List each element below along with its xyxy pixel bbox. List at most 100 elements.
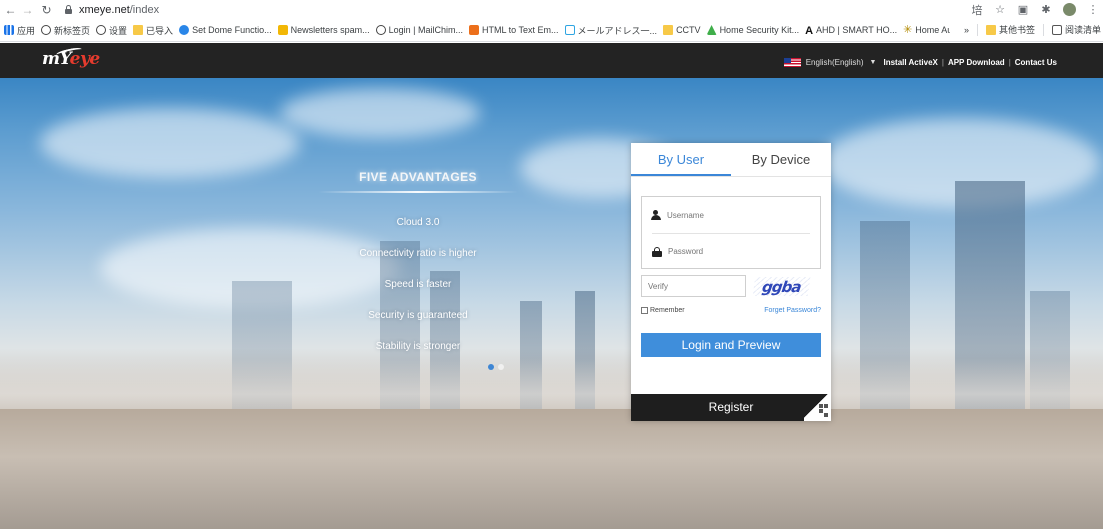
bookmarks-more-button[interactable]: » xyxy=(964,25,969,35)
apps-grid-icon xyxy=(4,25,14,35)
blue-circle-icon xyxy=(179,25,190,35)
bookmarks-overflow: » 其他书签 阅读清单 xyxy=(949,23,1101,36)
us-flag-icon xyxy=(783,58,801,67)
checkbox-square[interactable] xyxy=(641,307,648,314)
url-path: /index xyxy=(129,3,160,16)
bookmark-apps[interactable]: 应用 xyxy=(4,24,35,37)
cloud xyxy=(40,108,300,178)
qr-code-icon xyxy=(819,404,828,417)
bookmark-label: CCTV xyxy=(676,25,701,35)
language-select[interactable]: English(English) xyxy=(806,58,864,67)
carousel-dot[interactable] xyxy=(498,364,504,370)
bookmark-other[interactable]: 其他书签 xyxy=(985,23,1035,36)
bookmark-mail-address[interactable]: メールアドレス一... xyxy=(564,24,657,37)
bookmark-new-tab[interactable]: 新标签页 xyxy=(41,24,90,37)
advantages-title: FIVE ADVANTAGES xyxy=(359,170,477,184)
forward-arrow-icon[interactable]: → xyxy=(21,3,34,17)
url-field[interactable]: xmeye.net/index xyxy=(79,4,159,16)
globe-icon xyxy=(375,25,386,35)
logo-text: mY xyxy=(42,49,70,69)
lock-icon xyxy=(652,246,662,257)
login-tabs: By User By Device xyxy=(631,143,831,177)
bookmark-label: AHD | SMART HO... xyxy=(816,25,898,35)
tab-by-device[interactable]: By Device xyxy=(731,143,831,176)
reload-icon[interactable]: ↻ xyxy=(40,3,53,17)
bookmark-label: 其他书签 xyxy=(998,25,1035,35)
bookmark-label: Set Dome Functio... xyxy=(192,25,272,35)
globe-icon xyxy=(41,25,52,35)
username-input[interactable] xyxy=(667,210,797,220)
bookmark-reading-list[interactable]: 阅读清单 xyxy=(1051,23,1101,36)
tab-by-user[interactable]: By User xyxy=(631,143,731,176)
url-host: xmeye.net xyxy=(79,3,130,16)
bookmark-newsletters[interactable]: Newsletters spam... xyxy=(277,25,370,35)
password-row xyxy=(652,233,810,269)
puzzle-extensions-icon[interactable]: ✱ xyxy=(1040,4,1052,16)
bookmark-label: Newsletters spam... xyxy=(290,25,370,35)
site-header: mYeye English(English) ▼ Install ActiveX… xyxy=(0,43,1103,78)
password-input[interactable] xyxy=(668,247,798,256)
folder-icon xyxy=(985,24,996,35)
install-activex-link[interactable]: Install ActiveX xyxy=(883,58,937,67)
bookmark-label: HTML to Text Em... xyxy=(482,25,559,35)
bookmark-label: 阅读清单 xyxy=(1064,25,1101,35)
letter-a-icon: A xyxy=(805,25,814,37)
bookmark-label: 已导入 xyxy=(146,25,174,36)
remember-label: Remember xyxy=(650,307,685,314)
forgot-password-link[interactable]: Forget Password? xyxy=(764,307,821,314)
bookmark-ahd[interactable]: A AHD | SMART HO... xyxy=(805,25,898,37)
title-underline xyxy=(318,191,518,193)
bookmark-label: 设置 xyxy=(109,25,128,36)
bookmark-label: 应用 xyxy=(17,25,36,36)
translate-icon[interactable]: 培 xyxy=(971,4,983,17)
bookmark-html-to-text[interactable]: HTML to Text Em... xyxy=(469,25,559,35)
hero-banner: FIVE ADVANTAGES Cloud 3.0 Connectivity r… xyxy=(0,78,1103,529)
orange-icon xyxy=(469,25,480,35)
advantage-item: Speed is faster xyxy=(384,279,452,290)
bookmark-settings[interactable]: 设置 xyxy=(96,24,127,37)
bookmark-cctv[interactable]: CCTV xyxy=(663,25,701,35)
folder-icon xyxy=(133,25,144,35)
green-triangle-icon xyxy=(706,25,717,35)
register-button[interactable]: Register xyxy=(631,394,831,421)
remember-checkbox[interactable]: Remember xyxy=(641,307,685,314)
divider xyxy=(976,23,978,36)
bookmark-mailchimp[interactable]: Login | MailChim... xyxy=(375,25,464,35)
app-download-link[interactable]: APP Download xyxy=(948,58,1005,67)
header-links: English(English) ▼ Install ActiveX | APP… xyxy=(783,58,1057,67)
bookmarks-bar: 应用 新标签页 设置 已导入 Set Dome Functio... Newsl… xyxy=(0,19,1103,42)
extension-square-icon[interactable]: ▣ xyxy=(1017,4,1029,16)
kebab-menu-icon[interactable]: ⋮ xyxy=(1087,4,1099,16)
login-and-preview-button[interactable]: Login and Preview xyxy=(641,333,821,357)
qr-code-toggle[interactable] xyxy=(804,394,831,421)
bookmark-set-dome[interactable]: Set Dome Functio... xyxy=(179,25,272,35)
xmeye-logo[interactable]: mYeye xyxy=(42,49,100,69)
advantage-item: Stability is stronger xyxy=(375,341,461,352)
gmail-icon xyxy=(564,25,575,35)
login-panel: By User By Device ggba Remember Forget P… xyxy=(631,143,831,421)
back-arrow-icon[interactable]: ← xyxy=(4,3,17,17)
divider: | xyxy=(941,58,944,67)
ground xyxy=(0,409,1103,529)
captcha-image[interactable]: ggba xyxy=(752,277,811,296)
username-row xyxy=(642,197,820,233)
star-bookmark-icon[interactable]: ☆ xyxy=(994,4,1006,16)
credentials-box xyxy=(641,196,821,269)
carousel-dot[interactable] xyxy=(488,364,494,370)
profile-avatar[interactable] xyxy=(1063,3,1076,16)
verify-input[interactable] xyxy=(641,275,746,297)
bookmark-label: Login | MailChim... xyxy=(388,25,464,35)
divider xyxy=(1042,23,1044,36)
browser-toolbar-right: 培 ☆ ▣ ✱ ⋮ xyxy=(971,3,1103,17)
caret-down-icon[interactable]: ▼ xyxy=(870,59,877,66)
bookmark-label: 新标签页 xyxy=(54,25,91,36)
advantage-item: Cloud 3.0 xyxy=(396,217,440,228)
bookmark-home-security[interactable]: Home Security Kit... xyxy=(706,25,799,35)
bookmark-imported[interactable]: 已导入 xyxy=(133,24,173,37)
carousel-dots xyxy=(488,364,504,370)
advantage-item: Security is guaranteed xyxy=(368,310,468,321)
advantages-list: Cloud 3.0 Connectivity ratio is higher S… xyxy=(300,207,536,362)
contact-us-link[interactable]: Contact Us xyxy=(1015,58,1057,67)
yellow-leaf-icon xyxy=(277,25,288,35)
divider: | xyxy=(1008,58,1011,67)
